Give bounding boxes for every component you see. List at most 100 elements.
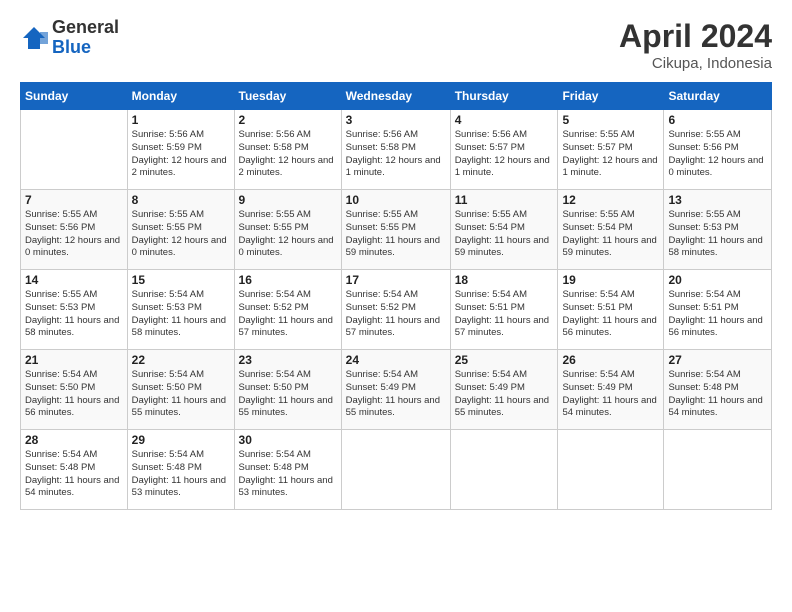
sunrise-text: Sunrise: 5:54 AM (239, 289, 311, 300)
table-row: 10Sunrise: 5:55 AMSunset: 5:55 PMDayligh… (341, 190, 450, 270)
sunrise-text: Sunrise: 5:54 AM (132, 369, 204, 380)
month-title: April 2024 (619, 18, 772, 55)
sunrise-text: Sunrise: 5:55 AM (455, 209, 527, 220)
logo-blue-text: Blue (52, 38, 119, 58)
logo-general-text: General (52, 18, 119, 38)
sunrise-text: Sunrise: 5:54 AM (25, 369, 97, 380)
sunset-text: Sunset: 5:52 PM (346, 302, 416, 313)
weekday-header-row: Sunday Monday Tuesday Wednesday Thursday… (21, 83, 772, 110)
sunrise-text: Sunrise: 5:55 AM (668, 129, 740, 140)
day-number: 24 (346, 353, 446, 367)
table-row: 7Sunrise: 5:55 AMSunset: 5:56 PMDaylight… (21, 190, 128, 270)
daylight-text: Daylight: 11 hours and 53 minutes. (239, 475, 333, 499)
day-number: 11 (455, 193, 554, 207)
calendar-week-row: 1Sunrise: 5:56 AMSunset: 5:59 PMDaylight… (21, 110, 772, 190)
day-info: Sunrise: 5:54 AMSunset: 5:50 PMDaylight:… (239, 369, 337, 420)
sunrise-text: Sunrise: 5:54 AM (346, 289, 418, 300)
day-info: Sunrise: 5:55 AMSunset: 5:55 PMDaylight:… (346, 209, 446, 260)
sunset-text: Sunset: 5:50 PM (132, 382, 202, 393)
sunset-text: Sunset: 5:49 PM (346, 382, 416, 393)
day-info: Sunrise: 5:54 AMSunset: 5:48 PMDaylight:… (132, 449, 230, 500)
sunrise-text: Sunrise: 5:56 AM (132, 129, 204, 140)
calendar-week-row: 28Sunrise: 5:54 AMSunset: 5:48 PMDayligh… (21, 430, 772, 510)
sunset-text: Sunset: 5:48 PM (239, 462, 309, 473)
daylight-text: Daylight: 11 hours and 54 minutes. (668, 395, 762, 419)
table-row (21, 110, 128, 190)
table-row: 4Sunrise: 5:56 AMSunset: 5:57 PMDaylight… (450, 110, 558, 190)
logo-icon (20, 24, 48, 52)
table-row: 21Sunrise: 5:54 AMSunset: 5:50 PMDayligh… (21, 350, 128, 430)
daylight-text: Daylight: 11 hours and 58 minutes. (25, 315, 119, 339)
day-number: 27 (668, 353, 767, 367)
sunset-text: Sunset: 5:50 PM (239, 382, 309, 393)
day-info: Sunrise: 5:54 AM Sunset: 5:52 PM Daylight:… (346, 289, 446, 340)
daylight-text: Daylight: 11 hours and 56 minutes. (562, 315, 656, 339)
day-info: Sunrise: 5:55 AMSunset: 5:53 PMDaylight:… (668, 209, 767, 260)
daylight-text: Daylight: 12 hours and 2 minutes. (239, 155, 334, 179)
day-info: Sunrise: 5:55 AMSunset: 5:56 PMDaylight:… (668, 129, 767, 180)
table-row: 13Sunrise: 5:55 AMSunset: 5:53 PMDayligh… (664, 190, 772, 270)
day-number: 29 (132, 433, 230, 447)
day-info: Sunrise: 5:54 AMSunset: 5:48 PMDaylight:… (25, 449, 123, 500)
sunrise-text: Sunrise: 5:55 AM (562, 129, 634, 140)
day-number: 21 (25, 353, 123, 367)
day-number: 14 (25, 273, 123, 287)
sunrise-text: Sunrise: 5:54 AM (132, 289, 204, 300)
sunset-text: Sunset: 5:53 PM (132, 302, 202, 313)
table-row: 12 Sunrise: 5:55 AMSunset: 5:54 PMDayligh… (558, 190, 664, 270)
table-row: 28Sunrise: 5:54 AMSunset: 5:48 PMDayligh… (21, 430, 128, 510)
sunrise-text: Sunrise: 5:55 AM (25, 289, 97, 300)
daylight-text: Daylight: 11 hours and 54 minutes. (562, 395, 656, 419)
day-number: 12 (562, 193, 659, 207)
table-row: 29 Sunrise: 5:54 AMSunset: 5:48 PMDayligh… (127, 430, 234, 510)
sunrise-text: Sunrise: 5:54 AM (455, 289, 527, 300)
day-info: Sunrise: 5:56 AMSunset: 5:58 PMDaylight:… (346, 129, 446, 180)
sunset-text: Sunset: 5:48 PM (668, 382, 738, 393)
table-row: 16Sunrise: 5:54 AMSunset: 5:52 PMDayligh… (234, 270, 341, 350)
calendar-week-row: 14 Sunrise: 5:55 AM Sunset: 5:53 PM Dayligh… (21, 270, 772, 350)
day-info: Sunrise: 5:54 AMSunset: 5:51 PMDaylight:… (455, 289, 554, 340)
header-wednesday: Wednesday (341, 83, 450, 110)
sunrise-text: Sunrise: 5:56 AM (455, 129, 527, 140)
daylight-text: Daylight: 12 hours and 0 minutes. (132, 235, 227, 259)
daylight-text: Daylight: 11 hours and 56 minutes. (668, 315, 762, 339)
sunrise-text: Sunrise: 5:55 AM (668, 209, 740, 220)
day-info: Sunrise: 5:55 AMSunset: 5:54 PMDaylight:… (455, 209, 554, 260)
logo: General Blue (20, 18, 119, 58)
table-row: 1Sunrise: 5:56 AMSunset: 5:59 PMDaylight… (127, 110, 234, 190)
day-number: 6 (668, 113, 767, 127)
day-info: Sunrise: 5:54 AMSunset: 5:49 PMDaylight:… (562, 369, 659, 420)
sunrise-text: Sunrise: 5:55 AM (239, 209, 311, 220)
sunset-text: Sunset: 5:53 PM (668, 222, 738, 233)
calendar-week-row: 7Sunrise: 5:55 AMSunset: 5:56 PMDaylight… (21, 190, 772, 270)
daylight-text: Daylight: 11 hours and 57 minutes. (346, 315, 440, 339)
daylight-text: Daylight: 12 hours and 0 minutes. (239, 235, 334, 259)
sunrise-text: Sunrise: 5:54 AM (239, 449, 311, 460)
sunrise-text: Sunrise: 5:56 AM (346, 129, 418, 140)
day-number: 20 (668, 273, 767, 287)
header: General Blue April 2024 Cikupa, Indonesi… (20, 18, 772, 72)
daylight-text: Daylight: 11 hours and 58 minutes. (132, 315, 226, 339)
sunset-text: Sunset: 5:55 PM (239, 222, 309, 233)
header-friday: Friday (558, 83, 664, 110)
day-number: 18 (455, 273, 554, 287)
table-row: 8Sunrise: 5:55 AMSunset: 5:55 PMDaylight… (127, 190, 234, 270)
table-row: 17Sunrise: 5:54 AMSunset: 5:52 PMDayligh… (341, 270, 450, 350)
day-info: Sunrise: 5:55 AMSunset: 5:54 PMDaylight:… (562, 209, 659, 260)
sunset-text: Sunset: 5:54 PM (562, 222, 632, 233)
daylight-text: Daylight: 12 hours and 0 minutes. (668, 155, 763, 179)
table-row: 18Sunrise: 5:54 AMSunset: 5:51 PMDayligh… (450, 270, 558, 350)
sunrise-text: Sunrise: 5:54 AM (346, 369, 418, 380)
sunset-text: Sunset: 5:58 PM (239, 142, 309, 153)
table-row: 14Sunrise: 5:55 AMSunset: 5:53 PMDayligh… (21, 270, 128, 350)
day-info: Sunrise: 5:55 AMSunset: 5:56 PMDaylight:… (25, 209, 123, 260)
table-row: 20Sunrise: 5:54 AMSunset: 5:51 PMDayligh… (664, 270, 772, 350)
location: Cikupa, Indonesia (619, 55, 772, 72)
day-number: 25 (455, 353, 554, 367)
table-row: 15Sunrise: 5:54 AMSunset: 5:53 PMDayligh… (127, 270, 234, 350)
day-info: Sunrise: 5:54 AM Sunset: 5:53 PM Daylight:… (132, 289, 230, 340)
table-row: 3Sunrise: 5:56 AMSunset: 5:58 PMDaylight… (341, 110, 450, 190)
day-number: 13 (668, 193, 767, 207)
sunset-text: Sunset: 5:51 PM (455, 302, 525, 313)
day-info: Sunrise: 5:54 AMSunset: 5:50 PMDaylight:… (132, 369, 230, 420)
